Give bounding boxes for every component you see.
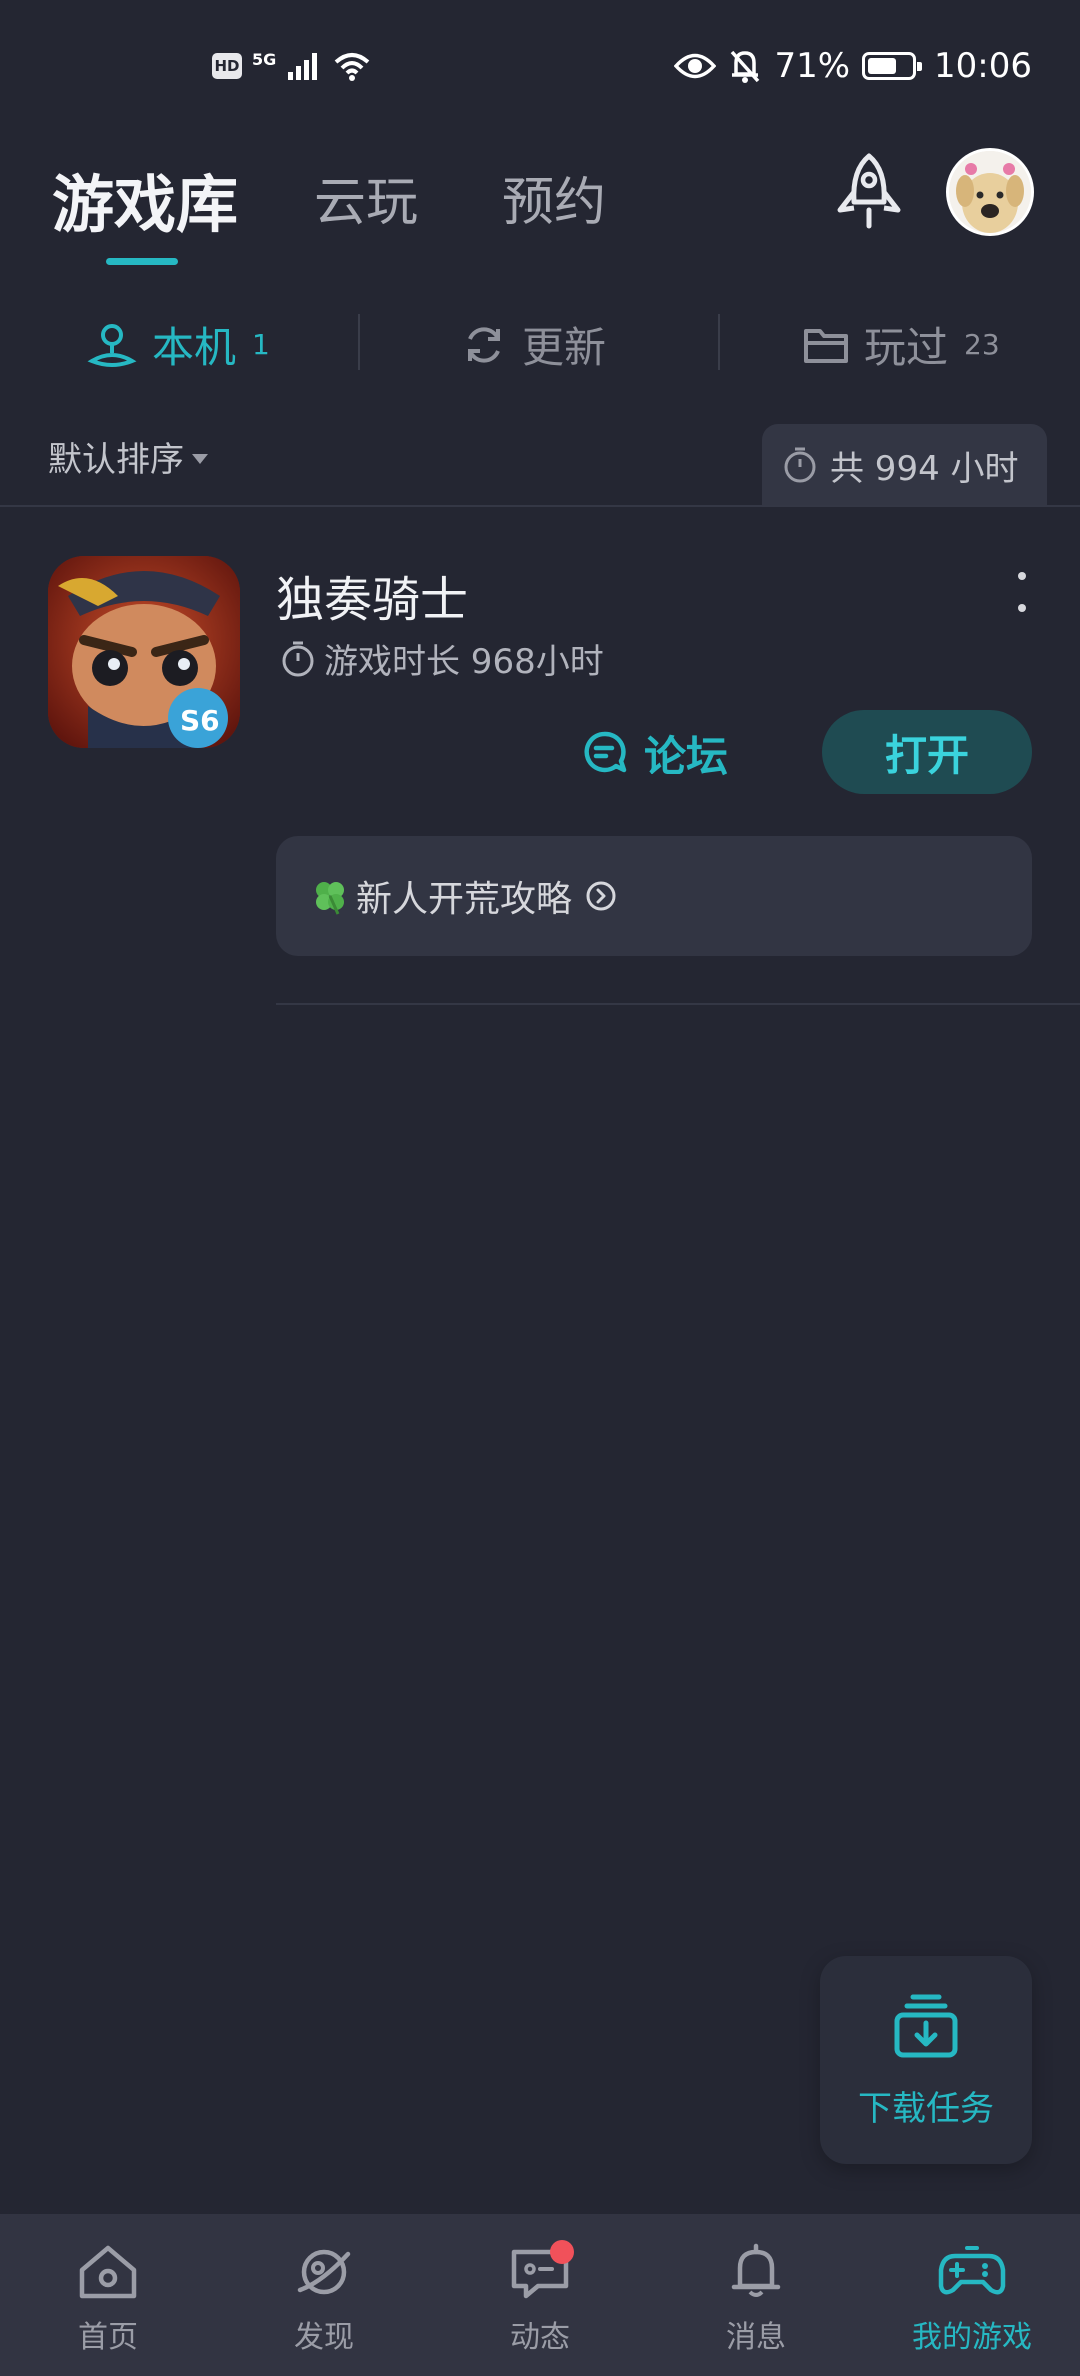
sub-tabs: 本机 1 更新 玩过 23 [0,300,1080,390]
more-options-icon[interactable] [1010,572,1034,612]
guide-card[interactable]: 新人开荒攻略 [276,836,1032,956]
clock: 10:06 [934,46,1032,86]
nav-messages[interactable]: 消息 [648,2214,864,2376]
dog-avatar-image [949,151,1031,233]
download-tasks-label: 下载任务 [858,2088,994,2129]
bottom-nav: 首页 发现 动态 消息 我的游戏 [0,2214,1080,2376]
game-playtime: 游戏时长 968小时 [280,634,604,683]
total-playtime-label: 共 994 小时 [830,448,1019,489]
avatar[interactable] [946,148,1034,236]
download-tasks-button[interactable]: 下载任务 [820,1956,1032,2164]
network-label: 5G [252,49,277,69]
planet-icon [297,2249,351,2295]
subtab-local-label: 本机 [152,323,237,372]
tab-cloud-play[interactable]: 云玩 [314,160,418,235]
chevron-right-circle-icon [586,881,616,911]
rocket-icon[interactable] [832,152,906,232]
sort-label: 默认排序 [48,440,184,480]
timer-icon [282,641,314,676]
nav-messages-label: 消息 [726,2320,786,2355]
subtab-separator [358,314,360,370]
game-title[interactable]: 独奏骑士 [276,560,468,630]
bell-icon [731,2243,781,2297]
subtab-local[interactable]: 本机 1 [86,314,270,375]
nav-home[interactable]: 首页 [0,2214,216,2376]
clover-icon [316,882,344,915]
header: 游戏库 云玩 预约 [0,140,1080,270]
download-box-icon [894,1994,958,2057]
signal-icon [288,53,318,80]
forum-label: 论坛 [644,731,729,781]
nav-home-label: 首页 [78,2320,138,2355]
notification-badge [550,2240,574,2264]
home-icon [79,2245,137,2299]
open-button[interactable]: 打开 [822,710,1032,794]
forum-icon [584,731,627,773]
card-divider [276,1003,1080,1005]
dot [1018,572,1026,580]
wifi-icon [334,53,370,81]
nav-feed[interactable]: 动态 [432,2214,648,2376]
app-screen: HD 5G 71% 10:06 游戏库 云玩 预约 本机 1 更新 玩过 23 … [0,0,1080,2376]
subtab-played-count: 23 [964,328,1000,361]
nav-my-games[interactable]: 我的游戏 [864,2214,1080,2376]
nav-feed-label: 动态 [510,2320,570,2355]
eye-icon [674,53,717,79]
hd-badge: HD [212,53,242,79]
tab-reservations[interactable]: 预约 [502,160,606,235]
subtab-local-count: 1 [252,328,270,361]
battery-icon [862,52,923,80]
dot [1018,604,1026,612]
nav-discover-label: 发现 [294,2320,354,2355]
guide-label: 新人开荒攻略 [356,879,573,920]
subtab-played-label: 玩过 [864,323,949,372]
game-playtime-label: 游戏时长 968小时 [324,642,604,682]
status-left: HD 5G [212,50,372,82]
total-playtime: 共 994 小时 [762,424,1047,506]
gamepad-icon [938,2246,1006,2295]
battery-percent: 71% [774,46,851,86]
local-device-icon [87,323,137,367]
timer-icon [784,447,816,483]
sort-dropdown[interactable]: 默认排序 [48,432,208,481]
subtab-updates-label: 更新 [522,323,607,372]
refresh-icon [468,326,500,363]
nav-discover[interactable]: 发现 [216,2214,432,2376]
battery-level [868,58,897,74]
status-bar: HD 5G 71% 10:06 [0,0,1080,130]
tab-game-library[interactable]: 游戏库 [52,154,238,244]
game-artwork-image: S6 [48,556,240,748]
nav-my-games-label: 我的游戏 [912,2320,1032,2355]
subtab-played[interactable]: 玩过 23 [802,314,1000,375]
mute-bell-icon [731,50,760,83]
svg-text:S6: S6 [180,704,220,737]
status-right: 71% 10:06 [674,46,1032,86]
game-icon[interactable]: S6 [48,556,240,748]
caret-down-icon [192,453,208,464]
divider [0,505,1080,507]
folder-icon [804,328,848,363]
forum-button[interactable]: 论坛 [580,720,728,786]
subtab-separator [718,314,720,370]
subtab-updates[interactable]: 更新 [460,314,606,375]
active-tab-indicator [106,258,178,265]
